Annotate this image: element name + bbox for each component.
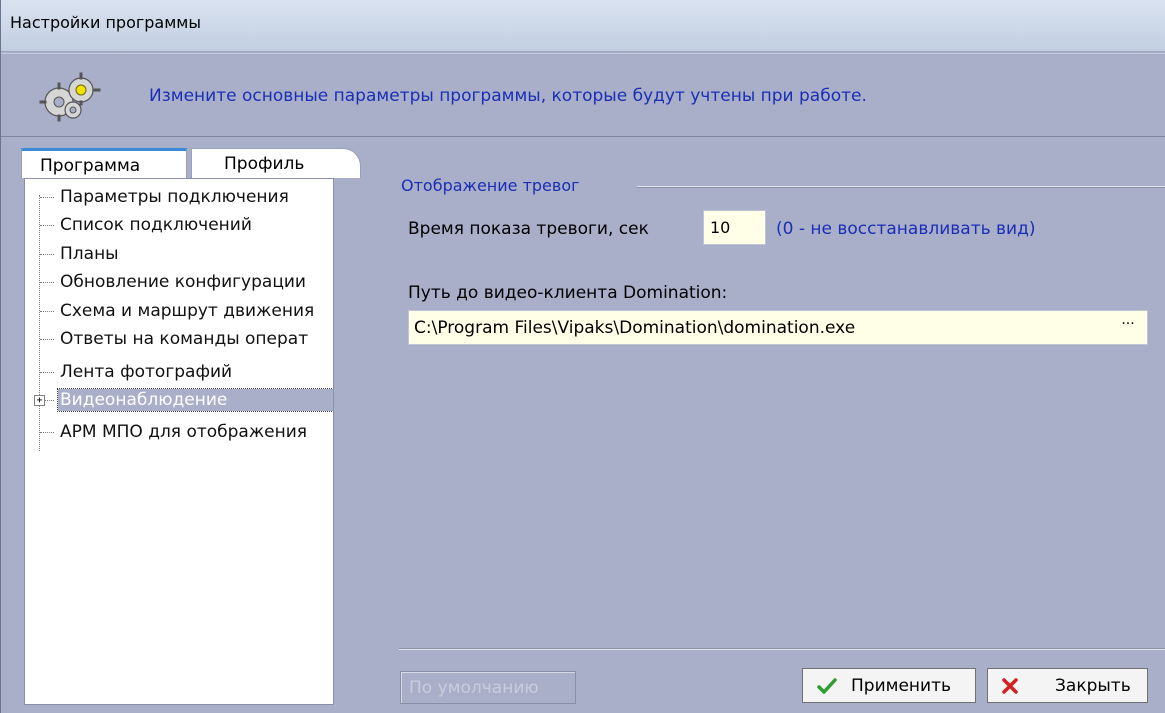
video-path-value: C:\Program Files\Vipaks\Domination\domin…	[414, 318, 856, 338]
tree-item-config-update[interactable]: Обновление конфигурации	[25, 270, 333, 295]
tree-item-label: Параметры подключения	[60, 187, 289, 207]
gears-icon	[39, 72, 101, 122]
group-divider	[637, 186, 1165, 188]
checkmark-icon	[817, 678, 837, 694]
tree-branch	[40, 372, 54, 373]
tree-item-label: Ответы на команды операт	[60, 329, 309, 349]
close-icon	[1002, 678, 1018, 694]
bottom-divider	[399, 648, 1165, 650]
tree-item-connection-params[interactable]: Параметры подключения	[25, 185, 333, 210]
tree-item-route-scheme[interactable]: Схема и маршрут движения	[25, 299, 333, 324]
close-button-label: Закрыть	[1055, 676, 1131, 696]
video-path-field[interactable]: C:\Program Files\Vipaks\Domination\domin…	[408, 310, 1148, 345]
tree-item-label: Лента фотографий	[60, 362, 233, 382]
apply-button-label: Применить	[851, 676, 951, 696]
tree-item-connection-list[interactable]: Список подключений	[25, 213, 333, 238]
tab-profile[interactable]: Профиль	[191, 148, 361, 178]
tree-branch	[40, 225, 54, 226]
default-button-label: По умолчанию	[409, 678, 539, 698]
tree-item-arm-mpo[interactable]: АРМ МПО для отображения	[25, 420, 333, 445]
header-banner: Измените основные параметры программы, к…	[1, 53, 1165, 137]
header-description: Измените основные параметры программы, к…	[149, 86, 867, 106]
tree-item-video-surveillance[interactable]: + Видеонаблюдение	[25, 388, 333, 413]
tree-branch	[40, 432, 54, 433]
tree-branch	[40, 254, 54, 255]
expand-icon[interactable]: +	[34, 395, 45, 406]
video-path-label: Путь до видео-клиента Domination:	[408, 283, 728, 303]
default-button[interactable]: По умолчанию	[400, 671, 576, 704]
alarm-time-input[interactable]	[703, 210, 766, 245]
tree-item-label: Схема и маршрут движения	[60, 301, 315, 321]
tree-item-plans[interactable]: Планы	[25, 242, 333, 267]
tree-item-label: Планы	[60, 244, 119, 264]
settings-tree[interactable]: Параметры подключения Список подключений…	[24, 178, 334, 705]
settings-window: Настройки программы Измените основные па…	[0, 0, 1165, 713]
tree-item-label: Обновление конфигурации	[60, 272, 306, 292]
tree-branch	[45, 400, 54, 401]
title-bar[interactable]: Настройки программы	[1, 0, 1165, 52]
window-title: Настройки программы	[10, 13, 201, 32]
alarm-time-hint: (0 - не восстанавливать вид)	[776, 219, 1036, 239]
tree-item-label: Видеонаблюдение	[57, 388, 333, 412]
browse-button[interactable]: ···	[1117, 317, 1139, 337]
apply-button[interactable]: Применить	[802, 668, 976, 703]
alarm-time-label: Время показа тревоги, сек	[408, 219, 649, 239]
tree-item-photo-strip[interactable]: Лента фотографий	[25, 360, 333, 385]
alarm-group-title: Отображение тревог	[401, 176, 580, 195]
tab-strip: Программа Профиль	[21, 144, 361, 178]
tree-branch	[40, 197, 54, 198]
tree-branch	[40, 311, 54, 312]
tree-branch	[40, 339, 54, 340]
tab-program[interactable]: Программа	[21, 148, 187, 178]
tree-item-label: Список подключений	[60, 215, 252, 235]
tree-item-label: АРМ МПО для отображения	[60, 422, 307, 442]
tree-branch	[40, 282, 54, 283]
tree-item-operator-replies[interactable]: Ответы на команды операт	[25, 327, 333, 352]
close-button[interactable]: Закрыть	[987, 668, 1148, 703]
